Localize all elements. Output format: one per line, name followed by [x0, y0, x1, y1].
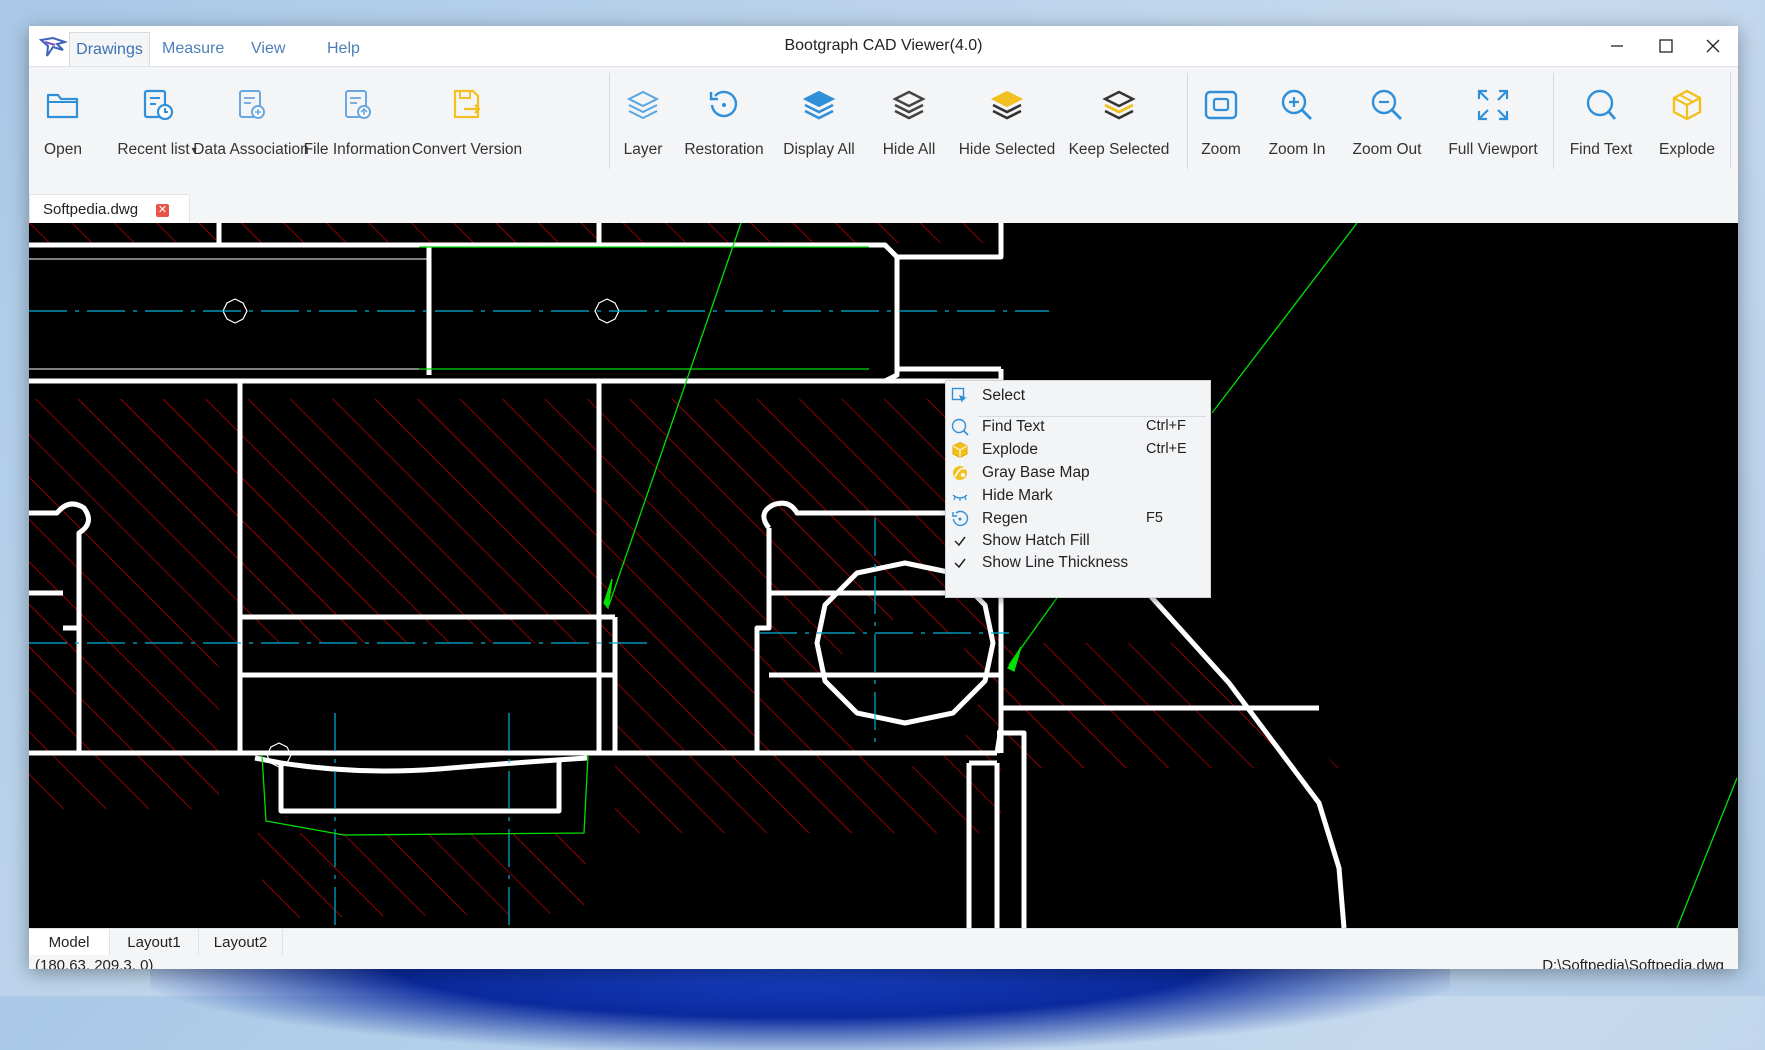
context-label: Regen [982, 510, 1028, 527]
restoration-icon [709, 90, 738, 118]
regen-icon [952, 510, 969, 527]
explode-button[interactable]: Explode [1656, 73, 1718, 169]
explode-icon [1672, 89, 1702, 121]
app-logo-icon [39, 36, 67, 57]
full-viewport-label: Full Viewport [1448, 141, 1538, 158]
hide-selected-icon [990, 90, 1024, 120]
menu-tab-help[interactable]: Help [327, 32, 360, 66]
title-bar: Drawings Measure View Help Bootgraph CAD… [29, 26, 1738, 67]
full-viewport-icon [1477, 89, 1509, 121]
layer-icon [626, 90, 660, 120]
context-label: Select [982, 387, 1026, 404]
context-item-show-hatch-fill[interactable]: Show Hatch Fill [946, 529, 1210, 553]
keep-selected-button[interactable]: Keep Selected [1069, 73, 1169, 169]
find-text-icon [1586, 89, 1617, 120]
layout-tab-layout1[interactable]: Layout1 [110, 929, 199, 956]
zoom-in-button[interactable]: Zoom In [1265, 73, 1329, 169]
shortcut-label: Ctrl+F [1146, 418, 1186, 434]
shortcut-label: Ctrl+E [1146, 441, 1187, 457]
keep-selected-icon [1102, 90, 1136, 120]
context-item-explode[interactable]: Explode Ctrl+E [946, 438, 1210, 462]
ribbon-toolbar: Open Recent list▼ Data Association File … [29, 66, 1738, 192]
explode-icon [952, 441, 968, 459]
checkmark-icon [954, 558, 966, 569]
zoom-window-icon [1204, 90, 1238, 120]
context-item-select[interactable]: Select [946, 384, 1210, 408]
document-tab-bar: Softpedia.dwg ✕ [29, 190, 1738, 224]
cursor-coordinates: (180.63, 209.3, 0) [35, 957, 154, 969]
desktop-wallpaper [150, 960, 1450, 1050]
explode-label: Explode [1658, 141, 1715, 158]
menu-tab-view[interactable]: View [251, 32, 285, 66]
keep-selected-label: Keep Selected [1068, 141, 1170, 158]
find-text-icon [951, 418, 969, 436]
open-label: Open [44, 141, 82, 158]
context-label: Hide Mark [982, 487, 1053, 504]
recent-list-text: Recent list [117, 141, 190, 158]
data-association-button[interactable]: Data Association [193, 73, 309, 169]
context-label: Show Hatch Fill [982, 532, 1090, 549]
find-text-button[interactable]: Find Text [1566, 73, 1636, 169]
layout-tab-layout2[interactable]: Layout2 [199, 929, 283, 956]
close-icon[interactable]: ✕ [156, 204, 169, 217]
layer-button[interactable]: Layer [617, 73, 669, 169]
file-information-icon [345, 90, 371, 119]
shortcut-label: F5 [1146, 510, 1163, 526]
context-label: Gray Base Map [982, 464, 1090, 481]
cad-drawing [29, 223, 1738, 928]
zoom-out-icon [1371, 89, 1402, 120]
select-cursor-icon [951, 387, 967, 403]
recent-list-icon [143, 89, 174, 121]
recent-list-button[interactable]: Recent list▼ [117, 73, 199, 169]
context-item-regen[interactable]: Regen F5 [946, 507, 1210, 531]
hide-all-icon [892, 90, 926, 120]
zoom-out-button[interactable]: Zoom Out [1351, 73, 1423, 169]
convert-version-button[interactable]: Convert Version [412, 73, 522, 169]
context-label: Explode [982, 441, 1039, 458]
hide-mark-icon [952, 494, 968, 501]
context-item-show-line-thickness[interactable]: Show Line Thickness [946, 551, 1210, 575]
maximize-icon [1659, 39, 1673, 53]
data-association-icon [239, 90, 265, 119]
display-all-button[interactable]: Display All [779, 73, 859, 169]
full-viewport-button[interactable]: Full Viewport [1445, 73, 1541, 169]
file-information-button[interactable]: File Information [304, 73, 410, 169]
hide-all-button[interactable]: Hide All [877, 73, 941, 169]
context-label: Show Line Thickness [982, 554, 1129, 571]
context-item-find-text[interactable]: Find Text Ctrl+F [946, 415, 1210, 439]
display-all-icon [802, 90, 836, 120]
status-bar: (180.63, 209.3, 0) D:\Softpedia\Softpedi… [29, 955, 1738, 969]
layout-tab-model[interactable]: Model [29, 929, 110, 956]
layout-tab-bar: Model Layout1 Layout2 [29, 928, 1738, 956]
convert-version-label: Convert Version [411, 141, 523, 158]
context-menu: Select Find Text Ctrl+F Explode Ctrl+E G… [945, 380, 1211, 598]
maximize-button[interactable] [1641, 30, 1691, 62]
restoration-button[interactable]: Restoration [684, 73, 764, 169]
convert-version-icon [453, 89, 481, 119]
minimize-button[interactable] [1592, 30, 1642, 62]
folder-icon [46, 93, 79, 119]
hide-selected-button[interactable]: Hide Selected [959, 73, 1055, 169]
gray-base-map-icon [953, 466, 967, 480]
context-item-hide-mark[interactable]: Hide Mark [946, 484, 1210, 508]
zoom-button[interactable]: Zoom [1194, 73, 1248, 169]
document-tab[interactable]: Softpedia.dwg ✕ [29, 194, 190, 224]
document-tab-label: Softpedia.dwg [43, 201, 139, 218]
menu-tab-measure[interactable]: Measure [162, 32, 224, 66]
drawing-canvas[interactable]: Select Find Text Ctrl+F Explode Ctrl+E G… [29, 223, 1738, 928]
minimize-icon [1611, 45, 1623, 47]
open-button[interactable]: Open [41, 73, 85, 169]
close-button[interactable] [1688, 30, 1738, 62]
context-label: Find Text [982, 418, 1045, 435]
checkmark-icon [954, 536, 966, 547]
zoom-in-icon [1281, 89, 1312, 120]
menu-tab-drawings[interactable]: Drawings [69, 32, 150, 67]
close-icon [1706, 39, 1720, 53]
file-path: D:\Softpedia\Softpedia.dwg [1542, 957, 1724, 969]
context-item-gray-base-map[interactable]: Gray Base Map [946, 461, 1210, 485]
app-window: Drawings Measure View Help Bootgraph CAD… [29, 26, 1738, 969]
